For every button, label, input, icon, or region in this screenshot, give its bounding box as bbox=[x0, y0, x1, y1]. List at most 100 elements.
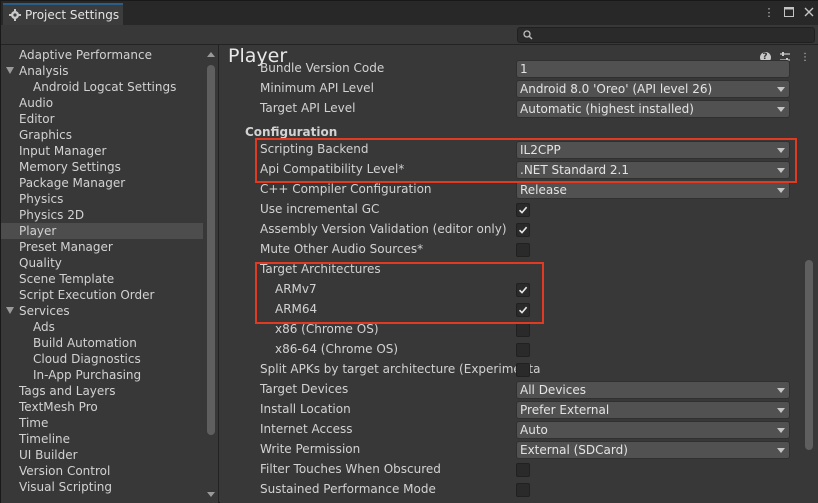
player-settings-panel: Player ? ⋮ Bundle Version Code 1 Minimum… bbox=[220, 45, 818, 503]
sidebar-item-label: Preset Manager bbox=[19, 240, 113, 254]
setting-row-write-permission: Write Permission External (SDCard) bbox=[260, 440, 800, 460]
sidebar-item-adaptive-performance[interactable]: Adaptive Performance bbox=[1, 47, 203, 63]
sidebar-item-visual-scripting[interactable]: Visual Scripting bbox=[1, 479, 203, 495]
mute-other-audio-sources-checkbox[interactable] bbox=[516, 243, 530, 257]
window-tab[interactable]: Project Settings bbox=[3, 3, 123, 25]
sidebar-item-scene-template[interactable]: Scene Template bbox=[1, 271, 203, 287]
x86-64-chrome-os-checkbox[interactable] bbox=[516, 343, 530, 357]
sidebar-item-quality[interactable]: Quality bbox=[1, 255, 203, 271]
sidebar-item-android-logcat-settings[interactable]: Android Logcat Settings bbox=[1, 79, 203, 95]
sidebar-item-script-execution-order[interactable]: Script Execution Order bbox=[1, 287, 203, 303]
chevron-down-icon bbox=[777, 448, 785, 453]
kebab-menu-icon[interactable]: ⋮ bbox=[763, 5, 775, 19]
sidebar-item-build-automation[interactable]: Build Automation bbox=[1, 335, 203, 351]
sustained-performance-mode-checkbox[interactable] bbox=[516, 483, 530, 497]
sidebar-item-editor[interactable]: Editor bbox=[1, 111, 203, 127]
write-permission-dropdown[interactable]: External (SDCard) bbox=[516, 441, 790, 459]
dropdown-value: Prefer External bbox=[520, 403, 610, 417]
minimum-api-level-dropdown[interactable]: Android 8.0 'Oreo' (API level 26) bbox=[516, 80, 790, 98]
filter-touches-when-obscured-checkbox[interactable] bbox=[516, 463, 530, 477]
setting-row-internet-access: Internet Access Auto bbox=[260, 420, 800, 440]
chevron-down-icon bbox=[777, 388, 785, 393]
sidebar-item-label: Memory Settings bbox=[19, 160, 121, 174]
close-icon[interactable] bbox=[803, 5, 815, 19]
sidebar-item-label: Cloud Diagnostics bbox=[33, 352, 141, 366]
sidebar-item-graphics[interactable]: Graphics bbox=[1, 127, 203, 143]
sidebar-item-label: TextMesh Pro bbox=[19, 400, 98, 414]
x86-chrome-os-checkbox[interactable] bbox=[516, 323, 530, 337]
sidebar-item-version-control[interactable]: Version Control bbox=[1, 463, 203, 479]
sidebar-item-textmesh-pro[interactable]: TextMesh Pro bbox=[1, 399, 203, 415]
sidebar-item-tags-and-layers[interactable]: Tags and Layers bbox=[1, 383, 203, 399]
setting-row-assembly-version-validation-editor-only: Assembly Version Validation (editor only… bbox=[260, 220, 800, 240]
sidebar-item-label: Tags and Layers bbox=[19, 384, 116, 398]
sidebar-scroll-thumb[interactable] bbox=[207, 65, 215, 435]
sidebar-item-cloud-diagnostics[interactable]: Cloud Diagnostics bbox=[1, 351, 203, 367]
scroll-down-icon[interactable] bbox=[207, 492, 215, 497]
sidebar-item-label: Visual Scripting bbox=[19, 480, 112, 494]
sidebar-item-label: Android Logcat Settings bbox=[33, 80, 177, 94]
chevron-down-icon bbox=[777, 408, 785, 413]
setting-row: Bundle Version Code 1 bbox=[260, 59, 800, 79]
setting-row-c-compiler-configuration: C++ Compiler Configuration Release bbox=[260, 180, 800, 200]
checkmark-icon bbox=[518, 206, 528, 214]
scroll-up-icon[interactable] bbox=[207, 52, 215, 57]
assembly-version-validation-editor-only-checkbox[interactable] bbox=[516, 223, 530, 237]
setting-label: x86 (Chrome OS) bbox=[275, 322, 379, 336]
sidebar-item-label: Editor bbox=[19, 112, 55, 126]
dropdown-value: Automatic (highest installed) bbox=[520, 102, 694, 116]
sidebar-item-label: Quality bbox=[19, 256, 62, 270]
sidebar-item-timeline[interactable]: Timeline bbox=[1, 431, 203, 447]
sidebar-item-services[interactable]: Services bbox=[1, 303, 203, 319]
target-api-level-dropdown[interactable]: Automatic (highest installed) bbox=[516, 100, 790, 118]
field-value: 1 bbox=[520, 62, 528, 76]
internet-access-dropdown[interactable]: Auto bbox=[516, 421, 790, 439]
setting-row-target-devices: Target Devices All Devices bbox=[260, 380, 800, 400]
bundle-version-code-field[interactable]: 1 bbox=[516, 60, 790, 78]
chevron-down-icon[interactable] bbox=[6, 307, 14, 314]
sidebar-item-time[interactable]: Time bbox=[1, 415, 203, 431]
sidebar-item-ads[interactable]: Ads bbox=[1, 319, 203, 335]
search-input[interactable] bbox=[517, 27, 815, 43]
setting-label: Mute Other Audio Sources* bbox=[260, 242, 424, 256]
sidebar-item-label: Player bbox=[19, 224, 57, 238]
sidebar-item-audio[interactable]: Audio bbox=[1, 95, 203, 111]
sidebar-item-in-app-purchasing[interactable]: In-App Purchasing bbox=[1, 367, 203, 383]
sidebar-item-physics[interactable]: Physics bbox=[1, 191, 203, 207]
use-incremental-gc-checkbox[interactable] bbox=[516, 203, 530, 217]
sidebar-item-preset-manager[interactable]: Preset Manager bbox=[1, 239, 203, 255]
setting-row-install-location: Install Location Prefer External bbox=[260, 400, 800, 420]
sidebar-item-physics-2d[interactable]: Physics 2D bbox=[1, 207, 203, 223]
sidebar-item-label: Audio bbox=[19, 96, 54, 110]
panel-scrollbar[interactable] bbox=[802, 65, 816, 503]
dropdown-value: Auto bbox=[520, 423, 548, 437]
sidebar-scrollbar[interactable] bbox=[204, 45, 218, 503]
sidebar-item-package-manager[interactable]: Package Manager bbox=[1, 175, 203, 191]
sidebar-item-player[interactable]: Player bbox=[1, 223, 203, 239]
install-location-dropdown[interactable]: Prefer External bbox=[516, 401, 790, 419]
c-compiler-configuration-dropdown[interactable]: Release bbox=[516, 181, 790, 199]
split-apks-by-target-architecture-experimenta-checkbox[interactable] bbox=[516, 363, 530, 377]
setting-label: Install Location bbox=[260, 402, 351, 416]
chevron-down-icon[interactable] bbox=[6, 67, 14, 74]
sidebar-item-input-manager[interactable]: Input Manager bbox=[1, 143, 203, 159]
setting-label: C++ Compiler Configuration bbox=[260, 182, 432, 196]
setting-label: Target API Level bbox=[260, 101, 356, 115]
sidebar-item-label: Version Control bbox=[19, 464, 111, 478]
sidebar-item-memory-settings[interactable]: Memory Settings bbox=[1, 159, 203, 175]
setting-label: Target Devices bbox=[260, 382, 349, 396]
maximize-icon[interactable] bbox=[783, 5, 795, 19]
sidebar-item-label: Package Manager bbox=[19, 176, 126, 190]
panel-scroll-thumb[interactable] bbox=[805, 260, 813, 450]
dropdown-value: External (SDCard) bbox=[520, 443, 628, 457]
sidebar-item-label: Timeline bbox=[19, 432, 71, 446]
sidebar-item-label: In-App Purchasing bbox=[33, 368, 142, 382]
setting-label: Filter Touches When Obscured bbox=[260, 462, 441, 476]
target-devices-dropdown[interactable]: All Devices bbox=[516, 381, 790, 399]
title-bar: Project Settings ⋮ bbox=[1, 1, 818, 25]
chevron-down-icon bbox=[777, 107, 785, 112]
kebab-menu-icon[interactable]: ⋮ bbox=[799, 51, 811, 63]
sidebar-item-ui-builder[interactable]: UI Builder bbox=[1, 447, 203, 463]
sidebar-item-label: Physics 2D bbox=[19, 208, 85, 222]
sidebar-item-analysis[interactable]: Analysis bbox=[1, 63, 203, 79]
